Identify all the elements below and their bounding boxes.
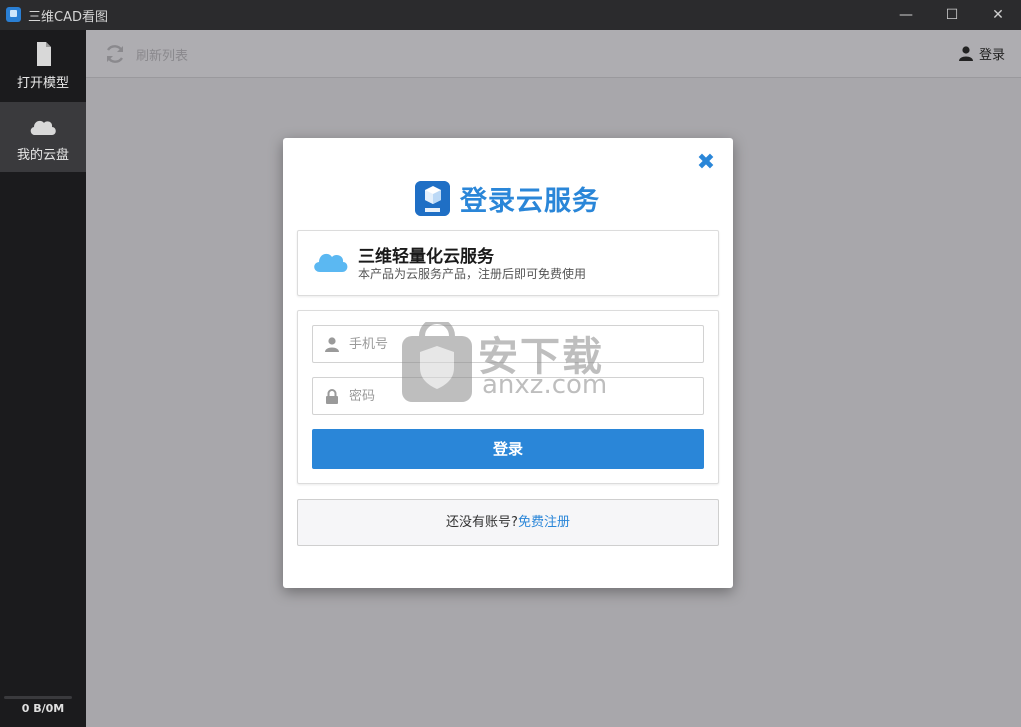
sidebar-item-open-model[interactable]: 打开模型 <box>0 30 86 100</box>
service-info-card: 三维轻量化云服务 本产品为云服务产品，注册后即可免费使用 <box>297 230 719 296</box>
maximize-button[interactable]: ☐ <box>929 0 975 30</box>
lock-icon <box>326 389 338 404</box>
sidebar-item-label: 我的云盘 <box>16 148 69 163</box>
service-name: 三维轻量化云服务 <box>358 247 494 267</box>
window-title: 三维CAD看图 <box>28 10 108 25</box>
refresh-icon <box>106 45 124 63</box>
dialog-header: 登录云服务 <box>415 180 600 217</box>
toolbar-login-button[interactable]: 登录 <box>958 44 1005 63</box>
watermark-url-text: anxz.com <box>482 370 608 400</box>
user-icon <box>325 337 339 352</box>
service-description: 本产品为云服务产品，注册后即可免费使用 <box>358 267 587 281</box>
refresh-list-button[interactable]: 刷新列表 <box>104 42 188 66</box>
toolbar: 刷新列表 登录 <box>86 30 1021 78</box>
sidebar-item-my-cloud[interactable]: 我的云盘 <box>0 102 86 172</box>
watermark: 安下载 anxz.com <box>402 322 622 404</box>
register-prompt: 还没有账号?免费注册 <box>297 499 719 546</box>
refresh-label: 刷新列表 <box>136 48 189 64</box>
close-window-button[interactable]: ✕ <box>975 0 1021 30</box>
cad-logo-icon <box>415 180 450 216</box>
dialog-close-button[interactable]: ✖ <box>695 152 717 174</box>
sidebar: 打开模型 我的云盘 0 B/0M <box>0 30 86 727</box>
dialog-title: 登录云服务 <box>460 185 600 217</box>
cloud-icon <box>314 253 348 272</box>
shield-watermark-icon <box>402 322 472 402</box>
login-button[interactable]: 登录 <box>312 429 704 469</box>
sidebar-item-label: 打开模型 <box>16 76 69 91</box>
cloud-icon <box>30 120 56 135</box>
register-link[interactable]: 免费注册 <box>518 515 570 530</box>
toolbar-login-label: 登录 <box>978 48 1005 63</box>
storage-usage-text: 0 B/0M <box>21 702 65 715</box>
minimize-button[interactable]: — <box>883 0 929 30</box>
title-bar: 三维CAD看图 — ☐ ✕ <box>0 0 1021 30</box>
register-prompt-text: 还没有账号? <box>446 515 518 530</box>
app-icon <box>6 7 21 22</box>
user-icon <box>958 46 973 61</box>
file-icon <box>37 42 51 66</box>
storage-usage-bar <box>4 696 72 699</box>
